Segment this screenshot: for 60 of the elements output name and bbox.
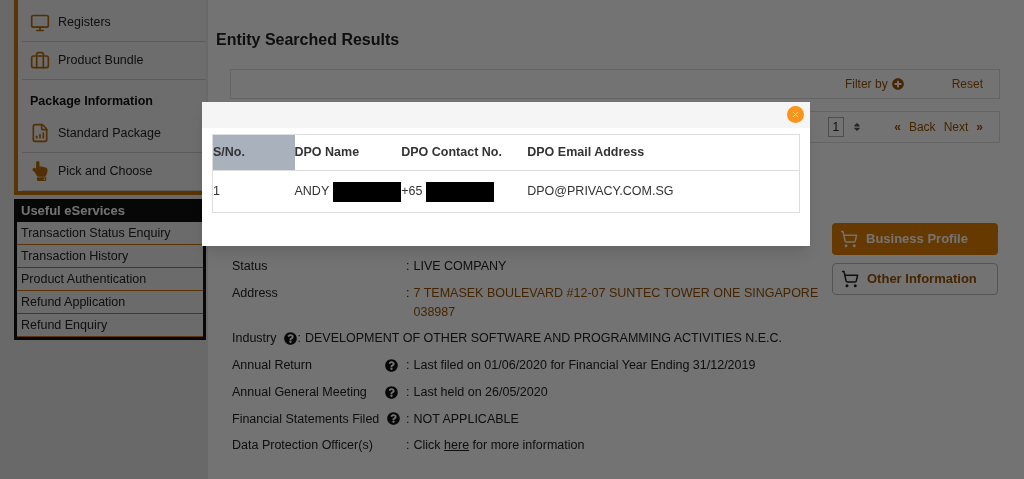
table-cell-text: DPO@PRIVACY.COM.SG (527, 183, 674, 201)
detail-separator: : (406, 410, 410, 428)
first-page-glyph[interactable]: « (894, 118, 901, 136)
column-header: S/No. (212, 134, 295, 171)
next-link[interactable]: Next (943, 118, 969, 136)
cart-icon (841, 270, 859, 288)
panel-title: Useful eServices (20, 201, 127, 220)
service-link[interactable]: Refund Enquiry (17, 314, 203, 338)
detail-value: DEVELOPMENT OF OTHER SOFTWARE AND PROGRAMMING ACTIVITIES N.E.C. (304, 330, 783, 348)
spinner-icon[interactable] (852, 122, 863, 132)
detail-separator: : (406, 437, 410, 455)
detail-value: LIVE COMPANY (413, 258, 507, 275)
table-cell-text: +65 (401, 183, 423, 201)
table-cell-text: ANDY (294, 183, 330, 201)
monitor-icon (30, 12, 50, 33)
detail-label: Financial Statements Filed (232, 410, 380, 428)
service-link[interactable]: Product Authentication (17, 268, 203, 292)
back-link[interactable]: Back (908, 118, 936, 136)
add-filter-icon[interactable] (891, 78, 904, 90)
detail-value: Last filed on 01/06/2020 for Financial Year Ending 31/12/2019 (413, 357, 756, 374)
help-icon[interactable] (385, 385, 398, 399)
action-button[interactable]: Business Profile (832, 223, 998, 255)
detail-label: Data Protection Officer(s) (232, 437, 374, 455)
page-field[interactable]: 1 (827, 117, 845, 137)
service-link[interactable]: Refund Application (17, 291, 203, 315)
document-chart-icon (30, 123, 50, 144)
detail-value: Click here for more information (413, 437, 585, 455)
section-heading: Package Information (29, 93, 154, 110)
service-link[interactable]: Transaction Status Enquiry (17, 222, 203, 246)
help-icon[interactable] (387, 412, 401, 426)
page-title: Entity Searched Results (216, 30, 401, 50)
detail-label: Industry (232, 330, 277, 348)
detail-label: Annual Return (232, 357, 312, 374)
detail-label: Address (232, 284, 278, 302)
column-header: DPO Name (294, 134, 402, 171)
action-button[interactable]: Other Information (832, 263, 998, 295)
detail-value: Last held on 26/05/2020 (413, 383, 548, 401)
cart-icon (840, 230, 858, 248)
here-link[interactable]: here (444, 438, 470, 453)
help-icon[interactable] (284, 332, 298, 346)
last-page-glyph[interactable]: » (976, 118, 983, 136)
column-header: DPO Email Address (527, 134, 800, 171)
column-header: DPO Contact No. (401, 134, 528, 171)
briefcase-icon (30, 50, 50, 71)
service-link[interactable]: Transaction History (17, 245, 203, 269)
table-cell-text: 1 (213, 183, 220, 201)
detail-separator: : (406, 383, 410, 401)
address-link[interactable]: 7 TEMASEK BOULEVARD #12-07 SUNTEC TOWER ONE SINGAPORE 038987 (413, 283, 832, 322)
close-icon (791, 110, 800, 119)
detail-separator: : (406, 284, 410, 302)
help-icon[interactable] (385, 358, 398, 372)
detail-label: Status (232, 258, 268, 275)
detail-separator: : (406, 357, 410, 374)
pointing-hand-icon (30, 161, 50, 182)
detail-label: Annual General Meeting (232, 383, 367, 401)
detail-separator: : (297, 330, 301, 348)
detail-separator: : (406, 258, 410, 275)
detail-value: NOT APPLICABLE (413, 410, 519, 428)
reset-link[interactable]: Reset (951, 75, 983, 93)
filter-label[interactable]: Filter by (844, 75, 888, 93)
